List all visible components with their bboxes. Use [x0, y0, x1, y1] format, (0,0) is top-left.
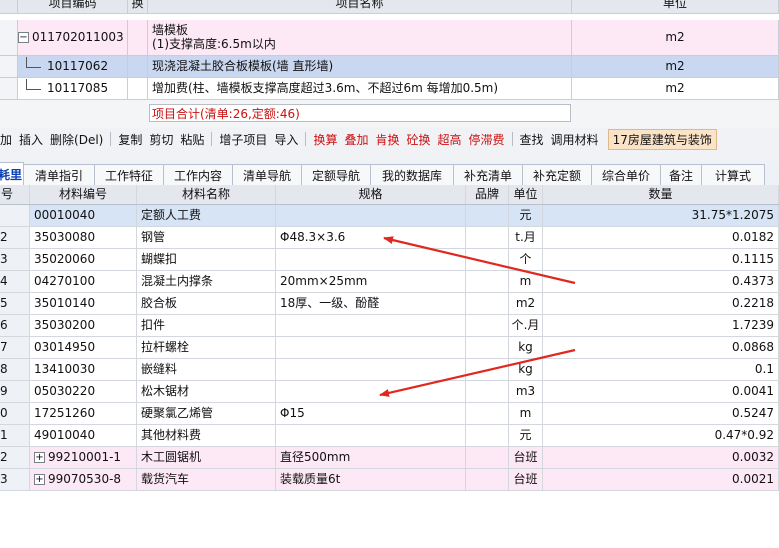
arrow-to-pine-lumber-spec: [379, 348, 576, 397]
arrow-to-steel-pipe-spec: [383, 236, 576, 285]
annotation-arrows: [379, 236, 576, 397]
